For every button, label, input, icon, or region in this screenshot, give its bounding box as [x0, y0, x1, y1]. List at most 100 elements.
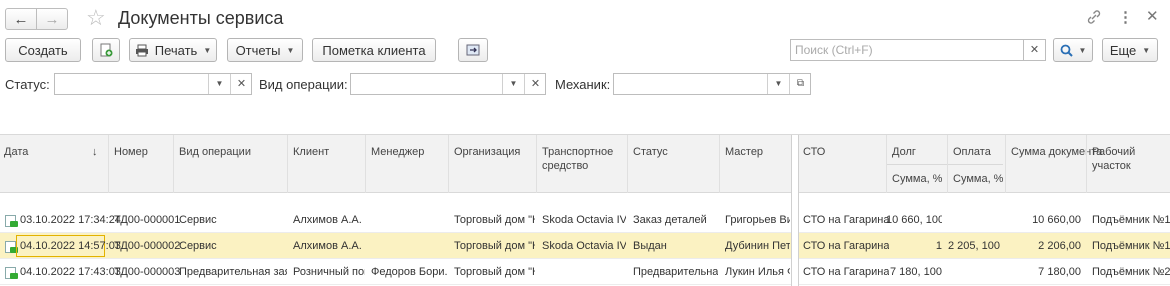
- cell-date: 04.10.2022 14:57:03: [20, 240, 121, 252]
- cell-master: Григорьев Витал: [725, 214, 790, 226]
- col-payment-sub: Сумма, %: [953, 173, 1004, 185]
- cell-work-area: Подъёмник №1: [1092, 214, 1170, 226]
- forward-button[interactable]: →: [36, 8, 68, 30]
- client-mark-button[interactable]: Пометка клиента: [312, 38, 436, 62]
- cell-debt: 10 660, 100: [886, 214, 942, 226]
- mechanic-filter-label: Механик:: [555, 77, 611, 92]
- table-row-selected[interactable]: 04.10.2022 14:57:03 ТД00-000002 Сервис А…: [0, 233, 1170, 259]
- cell-status: Выдан: [633, 240, 667, 252]
- col-debt[interactable]: Долг: [892, 145, 916, 159]
- col-doc-sum[interactable]: Сумма документа: [1011, 145, 1102, 159]
- col-payment[interactable]: Оплата: [953, 145, 991, 159]
- chevron-down-icon[interactable]: ▼: [502, 74, 524, 94]
- col-sto[interactable]: СТО: [803, 145, 825, 159]
- table-row[interactable]: 03.10.2022 17:34:24 ТД00-000001 Сервис А…: [0, 207, 1170, 233]
- cell-vehicle: Skoda Octavia IV...: [542, 240, 626, 252]
- documents-table: Дата ↓ Номер Вид операции Клиент Менедже…: [0, 134, 1170, 286]
- col-manager[interactable]: Менеджер: [371, 145, 424, 159]
- arrow-left-icon: ←: [13, 10, 29, 28]
- operation-filter-field[interactable]: ▼ ✕: [350, 73, 546, 95]
- cell-client: Розничный пок...: [293, 266, 365, 278]
- col-divider: [719, 135, 720, 193]
- search-clear-icon[interactable]: ✕: [1023, 40, 1045, 60]
- print-button[interactable]: Печать ▼: [129, 38, 217, 62]
- cell-operation: Предварительная заявка: [179, 266, 287, 278]
- col-vehicle-line1: Транспортное: [542, 146, 614, 158]
- col-divider: [448, 135, 449, 193]
- reports-button[interactable]: Отчеты ▼: [227, 38, 303, 62]
- operation-filter-label: Вид операции:: [259, 77, 348, 92]
- cell-status: Заказ деталей: [633, 214, 707, 226]
- status-filter-label: Статус:: [5, 77, 50, 92]
- chevron-down-icon: ▼: [1078, 45, 1087, 55]
- chevron-down-icon: ▼: [286, 45, 295, 55]
- add-document-icon: [100, 43, 113, 57]
- export-button[interactable]: [458, 38, 488, 62]
- add-copy-button[interactable]: [92, 38, 120, 62]
- search-button[interactable]: ▼: [1053, 38, 1093, 62]
- favorite-star-icon[interactable]: ☆: [86, 4, 106, 32]
- chevron-down-icon: ▼: [203, 45, 212, 55]
- subheader-divider: [886, 164, 1003, 165]
- col-status[interactable]: Статус: [633, 145, 668, 159]
- cell-operation: Сервис: [179, 214, 217, 226]
- back-button[interactable]: ←: [5, 8, 37, 30]
- col-client[interactable]: Клиент: [293, 145, 329, 159]
- cell-doc-sum: 10 660,00: [1032, 214, 1081, 226]
- cell-organization: Торговый дом "К...: [454, 214, 535, 226]
- table-row[interactable]: 04.10.2022 17:43:03 ТД00-000003 Предвари…: [0, 259, 1170, 285]
- title-bar: ← → ☆ Документы сервиса ⋮ ✕: [0, 0, 1170, 36]
- chevron-down-icon: ▼: [1142, 45, 1151, 55]
- search-input[interactable]: Поиск (Ctrl+F) ✕: [790, 39, 1046, 61]
- open-form-icon[interactable]: ⧉: [789, 74, 811, 94]
- printer-icon: [135, 44, 148, 56]
- col-divider: [365, 135, 366, 193]
- chevron-down-icon[interactable]: ▼: [767, 74, 789, 94]
- export-icon: [466, 44, 480, 56]
- cell-work-area: Подъёмник №2: [1092, 266, 1170, 278]
- clear-icon[interactable]: ✕: [524, 74, 546, 94]
- col-divider: [1005, 135, 1006, 193]
- cell-client: Алхимов А.А.: [293, 214, 362, 226]
- create-button[interactable]: Создать: [5, 38, 81, 62]
- cell-work-area: Подъёмник №1: [1092, 240, 1170, 252]
- page-title: Документы сервиса: [118, 8, 284, 28]
- table-header: Дата ↓ Номер Вид операции Клиент Менедже…: [0, 135, 1170, 193]
- cell-date: 03.10.2022 17:34:24: [20, 214, 121, 226]
- mechanic-filter-field[interactable]: ▼ ⧉: [613, 73, 811, 95]
- col-operation[interactable]: Вид операции: [179, 145, 251, 159]
- col-vehicle-line2: средство: [542, 160, 589, 172]
- cell-sto: СТО на Гагарина: [803, 214, 890, 226]
- link-icon[interactable]: [1086, 9, 1102, 29]
- col-number[interactable]: Номер: [114, 145, 148, 159]
- col-vehicle[interactable]: Транспортное средство: [542, 145, 613, 173]
- col-work-area[interactable]: Рабочий участок: [1092, 145, 1170, 173]
- document-posted-icon: [5, 241, 18, 253]
- cell-doc-sum: 7 180,00: [1038, 266, 1081, 278]
- arrow-right-icon: →: [44, 10, 60, 28]
- cell-date: 04.10.2022 17:43:03: [20, 266, 121, 278]
- clear-icon[interactable]: ✕: [230, 74, 252, 94]
- status-filter-field[interactable]: ▼ ✕: [54, 73, 252, 95]
- col-organization[interactable]: Организация: [454, 145, 520, 159]
- fixed-columns-splitter[interactable]: [791, 135, 799, 286]
- cell-number: ТД00-000003: [114, 266, 181, 278]
- cell-master: Лукин Илья Фед: [725, 266, 790, 278]
- cell-debt: 7 180, 100: [890, 266, 942, 278]
- sort-desc-icon[interactable]: ↓: [92, 145, 98, 159]
- col-master[interactable]: Мастер: [725, 145, 763, 159]
- cell-vehicle: Skoda Octavia IV...: [542, 214, 626, 226]
- close-icon[interactable]: ✕: [1146, 7, 1159, 25]
- cell-client: Алхимов А.А.: [293, 240, 362, 252]
- col-divider: [886, 135, 887, 193]
- col-divider: [108, 135, 109, 193]
- cell-payment: 2 205, 100: [948, 240, 1000, 252]
- col-divider: [173, 135, 174, 193]
- more-button[interactable]: Еще ▼: [1102, 38, 1158, 62]
- more-vertical-icon[interactable]: ⋮: [1118, 8, 1133, 26]
- client-mark-button-label: Пометка клиента: [322, 42, 426, 58]
- cell-sto: СТО на Гагарина: [803, 240, 890, 252]
- chevron-down-icon[interactable]: ▼: [208, 74, 230, 94]
- more-button-label: Еще: [1109, 42, 1137, 58]
- col-date[interactable]: Дата: [4, 145, 28, 159]
